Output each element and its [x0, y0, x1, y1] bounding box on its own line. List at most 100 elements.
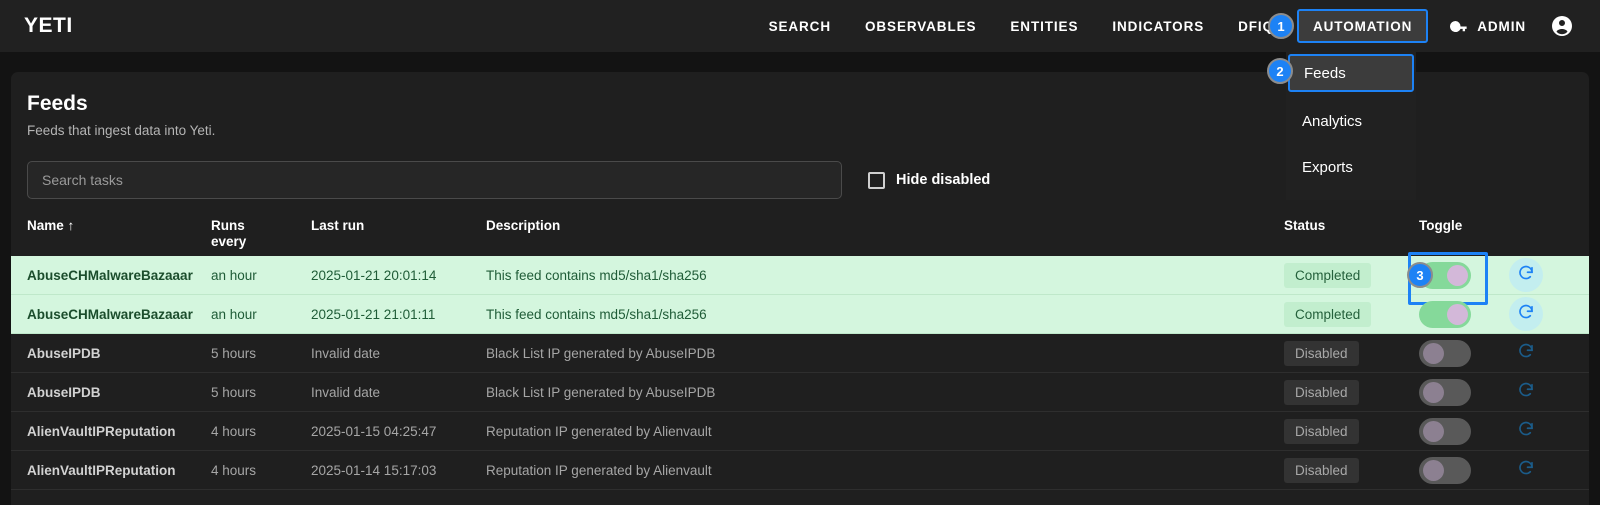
refresh-icon: [1517, 303, 1535, 326]
refresh-icon: [1517, 420, 1535, 443]
status-badge: Disabled: [1284, 418, 1359, 444]
cell-last-run: 2025-01-15 04:25:47: [311, 423, 437, 439]
cell-description: Reputation IP generated by Alienvault: [486, 462, 712, 478]
cell-toggle: [1419, 378, 1509, 406]
feed-toggle-switch[interactable]: [1419, 378, 1471, 406]
refresh-button[interactable]: [1509, 375, 1543, 409]
key-icon: [1450, 17, 1469, 36]
cell-last-run: 2025-01-21 20:01:14: [311, 267, 437, 283]
dropdown-item-feeds[interactable]: Feeds: [1288, 54, 1414, 92]
cell-last-run: 2025-01-14 15:17:03: [311, 462, 437, 478]
search-input[interactable]: [27, 161, 842, 199]
refresh-button[interactable]: [1509, 453, 1543, 487]
cell-name: AbuseIPDB: [27, 345, 101, 361]
toggle-wrapper: [1419, 456, 1509, 484]
cell-name: AbuseIPDB: [27, 384, 101, 400]
refresh-icon: [1517, 342, 1535, 365]
step-badge-3: 3: [1407, 262, 1433, 288]
cell-description: Black List IP generated by AbuseIPDB: [486, 384, 716, 400]
table-header-row: Name ↑ Runs every Last run Description S…: [11, 214, 1589, 256]
refresh-icon: [1517, 381, 1535, 404]
feeds-table: Name ↑ Runs every Last run Description S…: [11, 214, 1589, 490]
brand-logo[interactable]: YETI: [24, 14, 73, 38]
cell-toggle: [1419, 456, 1509, 484]
cell-refresh: [1509, 453, 1589, 487]
cell-description: Black List IP generated by AbuseIPDB: [486, 345, 716, 361]
feed-toggle-switch[interactable]: [1419, 417, 1471, 445]
cell-refresh: [1509, 297, 1589, 331]
cell-name: AbuseCHMalwareBazaaar: [27, 267, 193, 283]
status-badge: Disabled: [1284, 379, 1359, 405]
cell-status: Completed: [1284, 262, 1419, 288]
cell-runs-every: an hour: [211, 267, 257, 283]
cell-refresh: [1509, 336, 1589, 370]
hide-disabled-label: Hide disabled: [896, 172, 991, 188]
app-root: YETI SEARCH OBSERVABLES ENTITIES INDICAT…: [0, 0, 1600, 505]
cell-runs-every: an hour: [211, 306, 257, 322]
nav-item-observables[interactable]: OBSERVABLES: [848, 0, 993, 52]
cell-runs-every: 4 hours: [211, 423, 257, 439]
cell-refresh: [1509, 258, 1589, 292]
cell-description: This feed contains md5/sha1/sha256: [486, 306, 707, 322]
column-header-name[interactable]: Name ↑: [11, 218, 211, 234]
cell-name: AlienVaultIPReputation: [27, 423, 176, 439]
automation-dropdown-menu: Feeds Analytics Exports: [1286, 46, 1416, 200]
table-row[interactable]: AlienVaultIPReputation 4 hours 2025-01-14 …: [11, 451, 1589, 490]
nav-item-indicators[interactable]: INDICATORS: [1095, 0, 1221, 52]
column-header-runs-every[interactable]: Runs every: [211, 218, 311, 250]
refresh-button[interactable]: [1509, 336, 1543, 370]
refresh-button[interactable]: [1509, 414, 1543, 448]
cell-refresh: [1509, 375, 1589, 409]
cell-status: Disabled: [1284, 379, 1419, 405]
cell-toggle: [1419, 417, 1509, 445]
cell-status: Completed: [1284, 301, 1419, 327]
toggle-wrapper: [1419, 339, 1509, 367]
cell-description: Reputation IP generated by Alienvault: [486, 423, 712, 439]
table-body: AbuseCHMalwareBazaaar an hour 2025-01-21 2…: [11, 251, 1589, 490]
table-row[interactable]: AbuseCHMalwareBazaaar an hour 2025-01-21 2…: [11, 251, 1589, 305]
feed-toggle-switch[interactable]: [1419, 456, 1471, 484]
column-header-toggle[interactable]: Toggle: [1419, 218, 1509, 234]
feed-toggle-switch[interactable]: [1419, 339, 1471, 367]
feed-toggle-switch[interactable]: [1419, 300, 1471, 328]
dropdown-item-exports[interactable]: Exports: [1286, 144, 1416, 190]
nav-item-search[interactable]: SEARCH: [752, 0, 848, 52]
refresh-button[interactable]: [1509, 297, 1543, 331]
cell-status: Disabled: [1284, 418, 1419, 444]
hide-disabled-checkbox[interactable]: Hide disabled: [868, 171, 991, 189]
dropdown-item-analytics[interactable]: Analytics: [1286, 98, 1416, 144]
refresh-icon: [1517, 264, 1535, 287]
cell-name: AlienVaultIPReputation: [27, 462, 176, 478]
nav-item-admin[interactable]: ADMIN: [1434, 0, 1542, 52]
checkbox-box[interactable]: [868, 171, 885, 189]
cell-status: Disabled: [1284, 340, 1419, 366]
toggle-wrapper: [1419, 417, 1509, 445]
top-navbar: YETI SEARCH OBSERVABLES ENTITIES INDICAT…: [0, 0, 1600, 52]
column-header-description[interactable]: Description: [486, 218, 1284, 234]
table-row[interactable]: AbuseCHMalwareBazaaar an hour 2025-01-21 2…: [11, 295, 1589, 334]
toggle-knob: [1423, 459, 1444, 481]
table-row[interactable]: AlienVaultIPReputation 4 hours 2025-01-15 …: [11, 412, 1589, 451]
nav-item-automation[interactable]: AUTOMATION: [1297, 9, 1429, 43]
account-circle-icon[interactable]: [1542, 14, 1600, 38]
nav-item-entities[interactable]: ENTITIES: [993, 0, 1095, 52]
cell-runs-every: 5 hours: [211, 384, 257, 400]
column-header-last-run[interactable]: Last run: [311, 218, 486, 234]
toggle-knob: [1423, 342, 1444, 364]
refresh-button[interactable]: [1509, 258, 1543, 292]
runs-every-line-2: every: [211, 234, 247, 249]
toggle-knob: [1447, 303, 1468, 325]
toggle-wrapper: [1419, 378, 1509, 406]
cell-runs-every: 5 hours: [211, 345, 257, 361]
table-row[interactable]: AbuseIPDB 5 hours Invalid date Black List I…: [11, 373, 1589, 412]
cell-status: Disabled: [1284, 457, 1419, 483]
cell-refresh: [1509, 414, 1589, 448]
cell-runs-every: 4 hours: [211, 462, 257, 478]
column-header-status[interactable]: Status: [1284, 218, 1419, 234]
toggle-wrapper: [1419, 300, 1509, 328]
cell-last-run: Invalid date: [311, 384, 381, 400]
status-badge: Completed: [1284, 301, 1372, 327]
toggle-knob: [1423, 381, 1444, 403]
toggle-knob: [1447, 264, 1468, 286]
table-row[interactable]: AbuseIPDB 5 hours Invalid date Black List I…: [11, 334, 1589, 373]
